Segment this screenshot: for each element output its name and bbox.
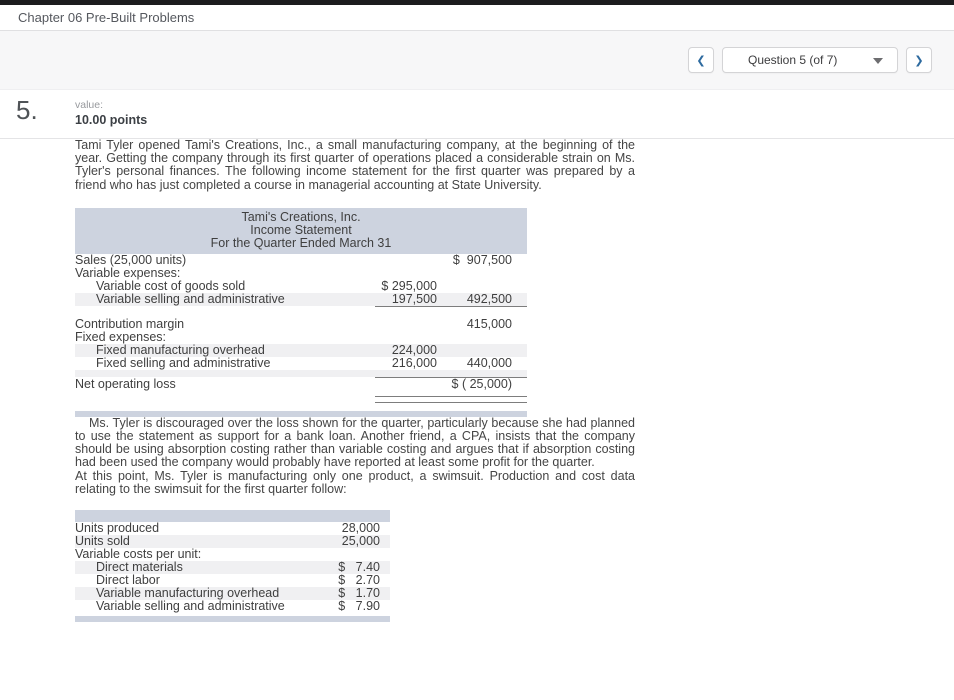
row-value xyxy=(375,377,437,391)
chevron-left-icon: ❮ xyxy=(696,54,706,67)
table-row: Variable selling and administrative 197,5… xyxy=(75,293,527,307)
prev-question-button[interactable]: ❮ xyxy=(688,47,714,73)
income-statement-rows: Sales (25,000 units) $ 907,500 Variable ex… xyxy=(75,252,527,411)
income-statement-header: Tami's Creations, Inc. Income Statement … xyxy=(75,207,527,254)
statement-title: Income Statement xyxy=(250,222,352,237)
table-row: Fixed selling and administrative 216,000 4… xyxy=(75,357,527,370)
row-value: $ 7.90 xyxy=(338,599,380,614)
row-value xyxy=(375,370,437,378)
row-value: 197,500 xyxy=(375,293,437,307)
app-header: Chapter 06 Pre-Built Problems xyxy=(0,5,954,31)
page-title: Chapter 06 Pre-Built Problems xyxy=(18,10,195,25)
question-value-row: 5. value: 10.00 points xyxy=(0,90,954,139)
next-question-button[interactable]: ❯ xyxy=(906,47,932,73)
value-block: value: 10.00 points xyxy=(75,97,148,128)
production-intro-paragraph: At this point, Ms. Tyler is manufacturin… xyxy=(75,468,635,496)
intro-paragraph: Tami Tyler opened Tami's Creations, Inc.… xyxy=(75,138,635,192)
row-value xyxy=(437,267,527,280)
production-data-rows: Units produced 28,000 Units sold 25,000 Vari… xyxy=(75,522,390,613)
question-nav-controls: ❮ Question 5 (of 7) ❯ xyxy=(688,47,932,73)
row-value: $ 295,000 xyxy=(381,278,437,293)
value-label: value: xyxy=(75,99,104,111)
question-select-value: Question 5 (of 7) xyxy=(748,53,838,67)
chevron-down-icon xyxy=(873,58,883,64)
question-nav-band: ❮ Question 5 (of 7) ❯ xyxy=(0,31,954,90)
table-row: Variable selling and administrative $ 7.9… xyxy=(75,600,390,613)
table-row: Variable cost of goods sold $ 295,000 xyxy=(75,278,527,293)
row-value xyxy=(375,254,437,267)
row-value: 440,000 xyxy=(466,356,512,371)
row-label: Variable expenses: xyxy=(75,265,181,280)
row-label: Variable cost of goods sold xyxy=(96,278,246,293)
points-value: 10.00 points xyxy=(75,113,148,127)
row-value: 216,000 xyxy=(391,356,437,371)
row-value xyxy=(375,306,437,318)
discussion-paragraph: Ms. Tyler is discouraged over the loss s… xyxy=(75,415,635,470)
chevron-right-icon: ❯ xyxy=(914,54,924,67)
row-label xyxy=(75,403,375,411)
row-value xyxy=(375,267,437,280)
row-value: $ 907,500 xyxy=(452,252,512,267)
row-value: 415,000 xyxy=(466,317,512,332)
table-row: Net operating loss $ ( 25,000) xyxy=(75,377,527,391)
question-select[interactable]: Question 5 (of 7) xyxy=(722,47,898,73)
row-label: Sales (25,000 units) xyxy=(75,252,187,267)
production-data-table: Units produced 28,000 Units sold 25,000 Vari… xyxy=(75,510,390,623)
table-footer-band xyxy=(75,616,390,623)
table-row xyxy=(75,403,527,411)
row-value: $ ( 25,000) xyxy=(451,376,512,391)
row-value xyxy=(437,280,527,293)
table-row: Sales (25,000 units) $ 907,500 xyxy=(75,252,527,267)
row-label: Variable selling and administrative xyxy=(96,292,285,307)
row-value xyxy=(437,331,527,344)
row-value: 25,000 xyxy=(341,534,380,549)
row-value xyxy=(375,403,437,411)
problem-body: Tami Tyler opened Tami's Creations, Inc.… xyxy=(75,138,635,623)
row-label: Variable selling and administrative xyxy=(96,599,285,614)
row-value xyxy=(437,403,527,411)
row-value: 492,500 xyxy=(437,293,527,307)
question-number: 5. xyxy=(16,95,38,125)
row-value xyxy=(375,318,437,331)
statement-period: For the Quarter Ended March 31 xyxy=(210,235,392,250)
row-label: Fixed selling and administrative xyxy=(96,356,271,371)
income-statement-table: Tami's Creations, Inc. Income Statement … xyxy=(75,207,527,417)
company-name: Tami's Creations, Inc. xyxy=(241,209,361,224)
table-row: Variable expenses: xyxy=(75,265,527,280)
row-label: Net operating loss xyxy=(75,376,176,391)
